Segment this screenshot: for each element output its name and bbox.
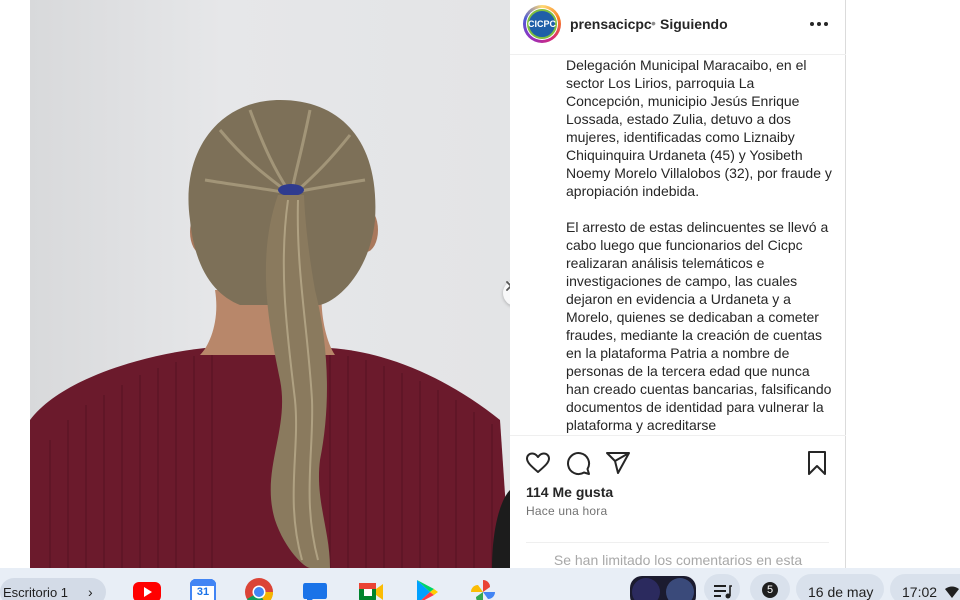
- username-link[interactable]: prensacicpc: [570, 16, 652, 32]
- divider: [526, 542, 829, 543]
- desk-button[interactable]: Escritorio 1 ›: [0, 578, 106, 600]
- clock-label: 17:02: [902, 584, 938, 600]
- calendar-app-icon[interactable]: 31: [187, 576, 219, 600]
- photos-app-icon[interactable]: [467, 576, 499, 600]
- youtube-app-icon[interactable]: [131, 576, 163, 600]
- calendar-day: 31: [196, 586, 210, 598]
- separator-dot: •: [651, 15, 656, 31]
- caption-paragraph: Delegación Municipal Maracaibo, en el se…: [566, 57, 832, 199]
- playlist-icon: [714, 585, 732, 599]
- likes-count[interactable]: 114 Me gusta: [526, 484, 613, 500]
- chevron-right-icon: [506, 281, 510, 291]
- notification-count-badge: 5: [762, 582, 778, 598]
- media-thumbnail[interactable]: [630, 576, 696, 600]
- share-icon[interactable]: [605, 450, 631, 476]
- post-time[interactable]: Hace una hora: [526, 504, 607, 518]
- chrome-app-icon[interactable]: [243, 576, 275, 600]
- post-photo: [30, 0, 510, 568]
- meet-app-icon[interactable]: [355, 576, 387, 600]
- notifications-button[interactable]: 5: [750, 574, 790, 600]
- play-store-app-icon[interactable]: [411, 576, 443, 600]
- comment-icon[interactable]: [565, 450, 591, 476]
- chevron-right-icon: ›: [88, 584, 93, 600]
- post-actions: 114 Me gusta Hace una hora Se han limita…: [510, 435, 846, 568]
- cicpc-logo-icon: CICPC: [527, 9, 557, 39]
- more-options-icon[interactable]: [807, 14, 831, 34]
- shelf: Escritorio 1 › 31 5 16 de may 17:02: [0, 568, 960, 600]
- following-button[interactable]: Siguiendo: [660, 16, 728, 32]
- desk-label: Escritorio 1: [3, 585, 69, 600]
- avatar[interactable]: CICPC: [523, 5, 561, 43]
- post-header: CICPC prensacicpc • Siguiendo: [510, 0, 846, 55]
- post-side-panel: CICPC prensacicpc • Siguiendo Delegación…: [510, 0, 846, 568]
- heart-icon[interactable]: [525, 450, 551, 476]
- caption-paragraph: El arresto de estas delincuentes se llev…: [566, 219, 832, 433]
- bookmark-icon[interactable]: [804, 450, 830, 476]
- date-label: 16 de may: [808, 584, 874, 600]
- media-controls-button[interactable]: [704, 574, 740, 600]
- messages-app-icon[interactable]: [299, 576, 331, 600]
- comments-limited-notice: Se han limitado los comentarios en esta: [553, 552, 803, 568]
- wifi-icon: [945, 586, 959, 598]
- post-caption: Delegación Municipal Maracaibo, en el se…: [566, 56, 834, 435]
- woman-back-image: [30, 100, 510, 568]
